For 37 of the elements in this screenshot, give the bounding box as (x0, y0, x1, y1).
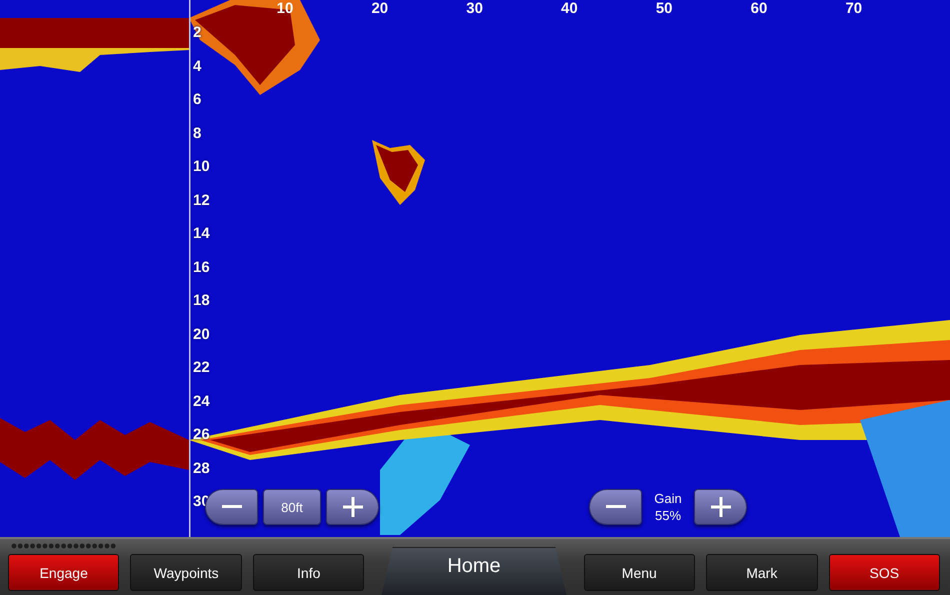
menu-button[interactable]: Waypoints (130, 554, 242, 591)
gain-label: Gain (654, 490, 682, 507)
depth-label: 24 (193, 392, 210, 410)
minus-icon (606, 505, 626, 509)
range-label: 20 (370, 0, 390, 17)
depth-label: 6 (193, 91, 202, 108)
depth-label: 14 (193, 225, 210, 242)
depth-label: 16 (193, 258, 210, 276)
range-label: 60 (750, 0, 768, 17)
menu-button[interactable]: Menu (584, 554, 696, 591)
menu-button[interactable]: Mark (706, 554, 818, 591)
depth-label: 22 (193, 359, 210, 376)
depth-label: 28 (193, 460, 210, 476)
range-label: 30 (465, 0, 484, 17)
gain-decrease-button[interactable] (589, 489, 642, 525)
status-dots-icon (11, 543, 117, 549)
home-tab[interactable]: Home (381, 547, 567, 595)
depth-label: 8 (193, 124, 202, 142)
range-value[interactable]: 80ft (263, 489, 321, 525)
alert-button[interactable]: SOS (828, 554, 940, 591)
gain-value: 55% (654, 507, 682, 524)
minus-icon (222, 505, 242, 509)
depth-label: 4 (193, 58, 202, 74)
range-label: 10 (276, 0, 294, 17)
gain-increase-button[interactable] (694, 489, 747, 525)
plus-icon (342, 497, 362, 517)
menu-button[interactable]: Info (252, 554, 364, 591)
range-increase-button[interactable] (326, 489, 379, 525)
depth-label: 20 (193, 326, 210, 342)
alert-button[interactable]: Engage (8, 554, 120, 591)
range-label: 50 (654, 0, 674, 17)
depth-label: 12 (193, 192, 210, 208)
plus-icon (710, 497, 730, 517)
range-label: 40 (560, 0, 579, 17)
depth-label: 18 (193, 292, 210, 309)
range-label: 70 (844, 0, 864, 17)
depth-label: 10 (193, 158, 210, 175)
